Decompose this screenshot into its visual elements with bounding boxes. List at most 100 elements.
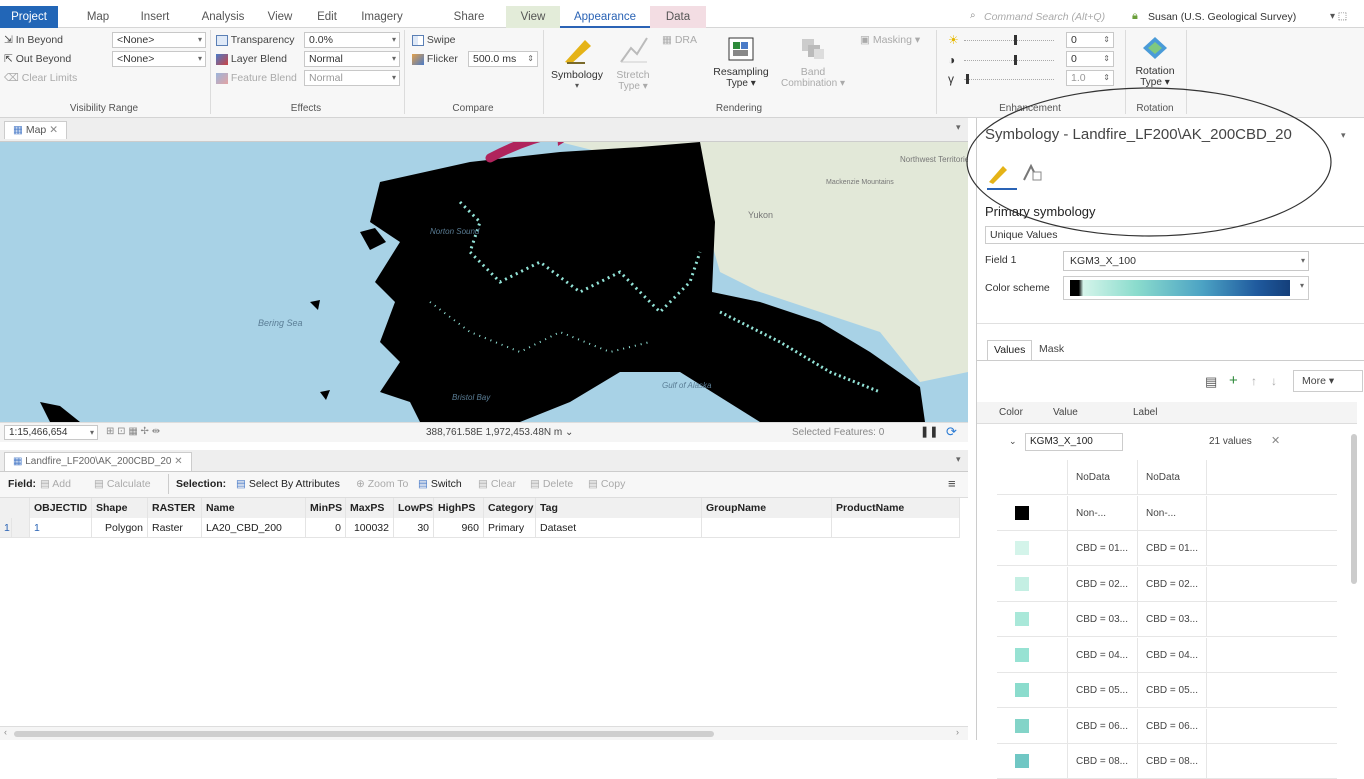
flicker-rate-input[interactable]: 500.0 ms ⇕	[468, 51, 538, 67]
symbology-button[interactable]: Symbology ▾	[548, 32, 606, 100]
value-cell[interactable]: CBD = 04...	[1067, 637, 1137, 673]
user-menu[interactable]: Susan (U.S. Geological Survey)	[1148, 11, 1296, 23]
value-cell[interactable]: NoData	[1067, 460, 1137, 495]
tab-view[interactable]: View	[260, 6, 300, 28]
column-header[interactable]: LowPS	[394, 498, 434, 518]
value-cell[interactable]: CBD = 05...	[1067, 673, 1137, 708]
select-by-attributes-button[interactable]: ▤ Select By Attributes	[236, 478, 340, 490]
value-row[interactable]: CBD = 02... CBD = 02...	[997, 566, 1337, 602]
table-cell[interactable]: 100032	[346, 518, 394, 538]
tab-project[interactable]: Project	[0, 6, 58, 28]
value-group-header[interactable]: ⌄ KGM3_X_100 21 values ✕	[977, 428, 1357, 458]
move-up-icon[interactable]: ↑	[1251, 374, 1257, 388]
gamma-slider[interactable]	[964, 79, 1054, 80]
value-row[interactable]: CBD = 04... CBD = 04...	[997, 637, 1337, 673]
tab-mask[interactable]: Mask	[1033, 340, 1070, 360]
label-cell[interactable]: CBD = 08...	[1137, 744, 1207, 779]
field1-dropdown[interactable]: KGM3_X_100 ▾	[1063, 251, 1309, 271]
scale-dropdown[interactable]: 1:15,466,654 ▾	[4, 425, 98, 440]
table-cell[interactable]: Polygon	[92, 518, 148, 538]
tab-menu-icon[interactable]: ▾	[956, 122, 961, 133]
value-row[interactable]: CBD = 01... CBD = 01...	[997, 531, 1337, 566]
add-icon[interactable]: +	[1229, 372, 1238, 389]
row-number[interactable]: 1	[0, 518, 12, 538]
zoom-in-beyond-button[interactable]: ⇲ In Beyond	[4, 34, 63, 46]
column-header[interactable]: Tag	[536, 498, 702, 518]
color-swatch[interactable]	[1015, 647, 1029, 662]
color-swatch[interactable]	[1015, 505, 1029, 520]
color-swatch[interactable]	[1015, 576, 1029, 591]
map-canvas[interactable]: Norton Sound Bering Sea Bristol Bay Gulf…	[0, 142, 968, 422]
tab-appearance[interactable]: Appearance	[560, 6, 650, 28]
tab-imagery[interactable]: Imagery	[356, 6, 408, 28]
add-field-button[interactable]: ▤ Add	[40, 478, 71, 490]
map-view[interactable]: Norton Sound Bering Sea Bristol Bay Gulf…	[0, 142, 968, 422]
command-search[interactable]: Command Search (Alt+Q)	[984, 11, 1105, 23]
column-header[interactable]: RASTER	[148, 498, 202, 518]
column-header[interactable]: MaxPS	[346, 498, 394, 518]
close-icon[interactable]: ✕	[174, 456, 182, 467]
tab-share[interactable]: Share	[448, 6, 490, 28]
contrast-slider-thumb[interactable]	[1014, 55, 1017, 65]
row-selector[interactable]	[12, 518, 30, 538]
tab-raster-view[interactable]: View	[506, 6, 560, 28]
scroll-left-icon[interactable]: ‹	[4, 727, 7, 737]
feature-blend-dropdown[interactable]: Normal ▾	[304, 70, 400, 86]
value-cell[interactable]: CBD = 01...	[1067, 531, 1137, 566]
masking-button[interactable]: ▣ Masking ▾	[860, 34, 920, 46]
table-cell[interactable]	[832, 518, 960, 538]
value-cell[interactable]: Non-...	[1067, 495, 1137, 531]
color-swatch[interactable]	[1015, 683, 1029, 697]
tab-map[interactable]: Map	[78, 6, 118, 28]
scrollbar-thumb[interactable]	[14, 731, 714, 737]
value-cell[interactable]: CBD = 02...	[1067, 566, 1137, 602]
clear-selection-button[interactable]: ▤ Clear	[478, 478, 516, 490]
label-cell[interactable]: CBD = 02...	[1137, 566, 1207, 602]
tab-edit[interactable]: Edit	[308, 6, 346, 28]
label-cell[interactable]: CBD = 06...	[1137, 708, 1207, 744]
tab-menu-icon[interactable]: ▾	[956, 454, 961, 465]
band-combination-button[interactable]: Band Combination ▾	[774, 32, 852, 100]
contrast-input[interactable]: 0 ⇕	[1066, 51, 1114, 67]
value-row[interactable]: CBD = 03... CBD = 03...	[997, 602, 1337, 637]
color-scheme-dropdown[interactable]: ▾	[1063, 276, 1309, 300]
brightness-input[interactable]: 0 ⇕	[1066, 32, 1114, 48]
value-row[interactable]: CBD = 08... CBD = 08...	[997, 744, 1337, 779]
horizontal-scrollbar[interactable]: ‹ ›	[0, 726, 968, 740]
label-cell[interactable]: CBD = 04...	[1137, 637, 1207, 673]
flicker-button[interactable]: Flicker	[412, 53, 458, 65]
delete-button[interactable]: ▤ Delete	[530, 478, 573, 490]
selected-features[interactable]: Selected Features: 0	[792, 427, 884, 438]
close-icon[interactable]: ✕	[1271, 434, 1280, 447]
table-cell[interactable]: Dataset	[536, 518, 702, 538]
dra-button[interactable]: ▦ DRA	[662, 34, 697, 46]
table-cell[interactable]: 0	[306, 518, 346, 538]
column-header[interactable]: ProductName	[832, 498, 960, 518]
calculate-button[interactable]: ▤ Calculate	[94, 478, 151, 490]
tab-insert[interactable]: Insert	[132, 6, 178, 28]
value-cell[interactable]: CBD = 08...	[1067, 744, 1137, 779]
map-tools-icons[interactable]: ⊞ ⊡ ▦ ✢ ⇹	[106, 426, 160, 437]
refresh-icon[interactable]: ⟳	[946, 424, 957, 440]
color-swatch[interactable]	[1015, 754, 1029, 768]
color-swatch[interactable]	[1015, 612, 1029, 626]
values-scrollbar-thumb[interactable]	[1351, 434, 1357, 584]
copy-button[interactable]: ▤ Copy	[588, 478, 625, 490]
transparency-input[interactable]: 0.0% ▾	[304, 32, 400, 48]
brightness-slider[interactable]	[964, 40, 1054, 41]
label-cell[interactable]: CBD = 01...	[1137, 531, 1207, 566]
table-cell[interactable]: 960	[434, 518, 484, 538]
user-dropdown-icon[interactable]: ▾ ⬚	[1330, 11, 1347, 22]
table-cell[interactable]: Primary	[484, 518, 536, 538]
label-cell[interactable]: Non-...	[1137, 495, 1207, 531]
column-header[interactable]: Name	[202, 498, 306, 518]
label-cell[interactable]: CBD = 03...	[1137, 602, 1207, 637]
value-cell[interactable]: CBD = 06...	[1067, 708, 1137, 744]
close-icon[interactable]: ✕	[49, 124, 58, 136]
column-header[interactable]: Category	[484, 498, 536, 518]
add-class-icon[interactable]: ▤	[1205, 374, 1217, 390]
gamma-slider-thumb[interactable]	[966, 74, 969, 84]
table-cell[interactable]: Raster	[148, 518, 202, 538]
tab-analysis[interactable]: Analysis	[196, 6, 250, 28]
zoom-in-limit-dropdown[interactable]: <None> ▾	[112, 32, 206, 48]
